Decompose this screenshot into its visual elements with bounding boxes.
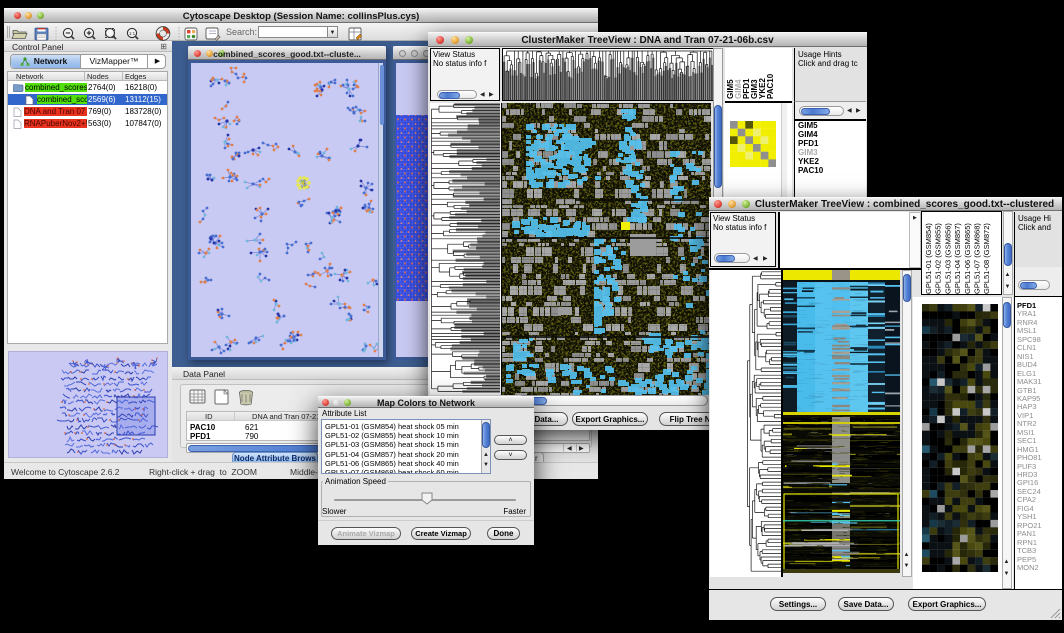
svg-text:PAC10: PAC10 xyxy=(766,73,775,99)
svg-text:GPL51-02 (GSM855): GPL51-02 (GSM855) xyxy=(934,223,943,294)
svg-text:GPL51-04 (GSM857): GPL51-04 (GSM857) xyxy=(953,223,962,294)
svg-text:1:1: 1:1 xyxy=(129,31,136,36)
svg-text:GPL51-03 (GSM856): GPL51-03 (GSM856) xyxy=(943,223,952,294)
svg-text:GPL51-08 (GSM872): GPL51-08 (GSM872) xyxy=(982,223,991,294)
svg-text:GPL51-06 (GSM865): GPL51-06 (GSM865) xyxy=(963,223,972,294)
svg-text:GPL51-07 (GSM868): GPL51-07 (GSM868) xyxy=(973,223,982,294)
svg-text:GPL51-01 (GSM854): GPL51-01 (GSM854) xyxy=(924,223,933,294)
